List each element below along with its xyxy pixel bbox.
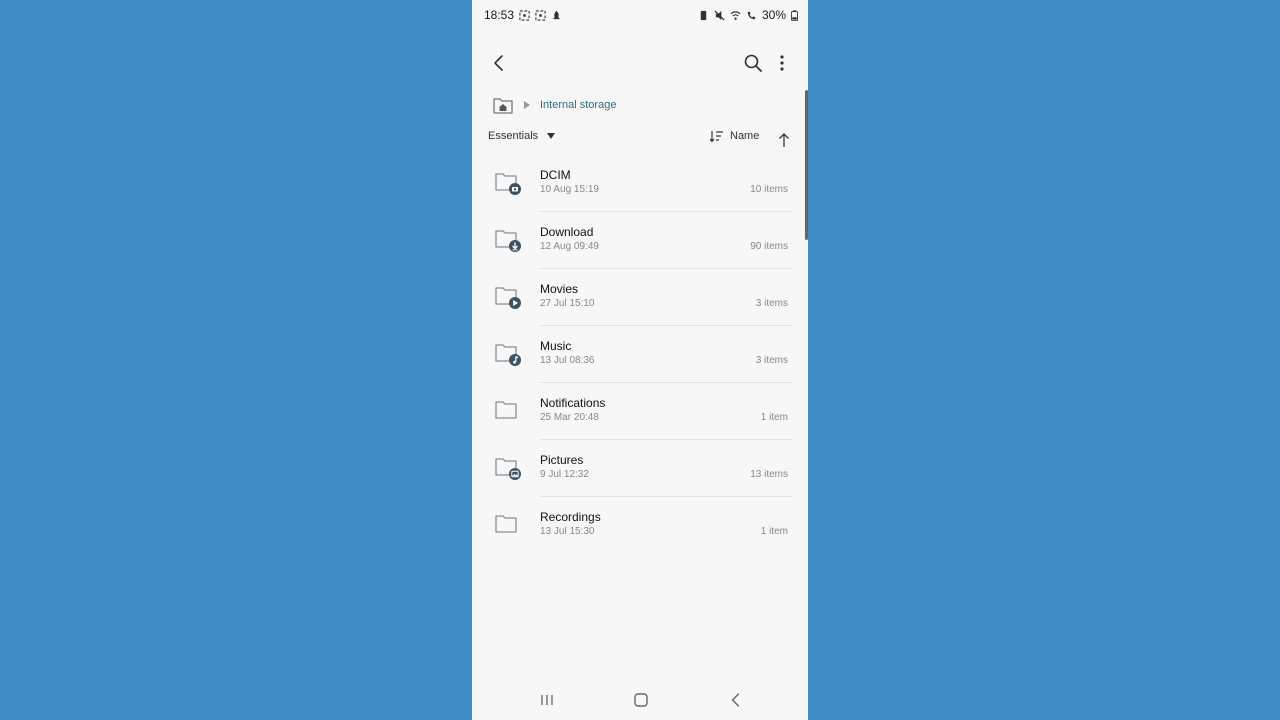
- folder-item-count: 10 items: [750, 184, 788, 195]
- folder-icon: [495, 401, 517, 419]
- breadcrumb: Internal storage: [492, 94, 616, 116]
- play-folder-icon: [495, 287, 521, 309]
- folder-date: 10 Aug 15:19: [540, 184, 599, 195]
- status-right: 30%: [698, 8, 798, 22]
- folder-item-count: 90 items: [750, 241, 788, 252]
- battery-percent: 30%: [761, 8, 786, 22]
- folder-row-dcim[interactable]: DCIM 10 Aug 15:19 10 items: [472, 155, 808, 212]
- screenshot-icon: [519, 9, 530, 21]
- filter-label: Essentials: [488, 130, 539, 142]
- breadcrumb-arrow-icon: [524, 101, 530, 109]
- camera-folder-icon: [495, 173, 521, 195]
- folder-date: 13 Jul 08:36: [540, 355, 595, 366]
- status-bar: 18:53 30%: [472, 0, 808, 30]
- image-folder-icon: [495, 458, 521, 480]
- dropdown-arrow-icon: [547, 133, 556, 139]
- wifi-icon: [730, 10, 741, 20]
- home-storage-icon[interactable]: [492, 95, 514, 115]
- mute-icon: [714, 9, 725, 21]
- folder-name: Music: [540, 339, 572, 353]
- folder-date: 27 Jul 15:10: [540, 298, 595, 309]
- download-folder-icon: [495, 230, 521, 252]
- folder-icon: [495, 515, 517, 533]
- notification-icon: [552, 10, 561, 19]
- search-icon[interactable]: [742, 52, 764, 74]
- sort-direction-arrow-icon[interactable]: [777, 132, 791, 148]
- folder-date: 12 Aug 09:49: [540, 241, 599, 252]
- wifi-call-icon: [747, 11, 756, 19]
- folder-row-pictures[interactable]: Pictures 9 Jul 12:32 13 items: [472, 440, 808, 497]
- recent-apps-icon[interactable]: [538, 692, 556, 708]
- folder-name: Download: [540, 225, 594, 239]
- folder-item-count: 1 item: [760, 412, 788, 423]
- folder-date: 13 Jul 15:30: [540, 526, 595, 537]
- system-back-icon[interactable]: [728, 692, 744, 708]
- folder-row-movies[interactable]: Movies 27 Jul 15:10 3 items: [472, 269, 808, 326]
- sort-icon: [710, 131, 723, 142]
- system-nav-bar: [472, 684, 808, 716]
- breadcrumb-internal-storage[interactable]: Internal storage: [540, 99, 616, 111]
- sort-label: Name: [730, 130, 760, 142]
- folder-name: Notifications: [540, 396, 606, 410]
- folder-name: Movies: [540, 282, 579, 296]
- battery-saver-icon: [700, 10, 707, 20]
- folder-item-count: 3 items: [755, 298, 788, 309]
- more-options-icon[interactable]: [772, 52, 792, 74]
- filter-dropdown[interactable]: Essentials: [488, 130, 556, 142]
- sort-bar: Essentials Name: [472, 130, 808, 150]
- music-folder-icon: [495, 344, 521, 366]
- folder-item-count: 3 items: [755, 355, 788, 366]
- sort-by-button[interactable]: Name: [710, 130, 759, 142]
- folder-name: Recordings: [540, 510, 601, 524]
- folder-row-notifications[interactable]: Notifications 25 Mar 20:48 1 item: [472, 383, 808, 440]
- folder-date: 25 Mar 20:48: [540, 412, 599, 423]
- phone-screen: 18:53 30% Internal storage Essentials Na…: [472, 0, 808, 720]
- folder-row-recordings[interactable]: Recordings 13 Jul 15:30 1 item: [472, 497, 808, 554]
- folder-item-count: 1 item: [760, 526, 788, 537]
- battery-icon: [791, 9, 798, 21]
- home-button-icon[interactable]: [632, 692, 650, 708]
- status-time: 18:53: [484, 8, 515, 22]
- folder-row-music[interactable]: Music 13 Jul 08:36 3 items: [472, 326, 808, 383]
- screenshot-icon: [535, 9, 546, 21]
- folder-name: Pictures: [540, 453, 584, 467]
- status-left: 18:53: [484, 8, 562, 22]
- app-bar: [472, 46, 808, 80]
- back-button[interactable]: [488, 52, 510, 74]
- folder-date: 9 Jul 12:32: [540, 469, 589, 480]
- folder-name: DCIM: [540, 168, 571, 182]
- folder-row-download[interactable]: Download 12 Aug 09:49 90 items: [472, 212, 808, 269]
- folder-list: DCIM 10 Aug 15:19 10 items Download 12 A…: [472, 155, 808, 554]
- folder-item-count: 13 items: [750, 469, 788, 480]
